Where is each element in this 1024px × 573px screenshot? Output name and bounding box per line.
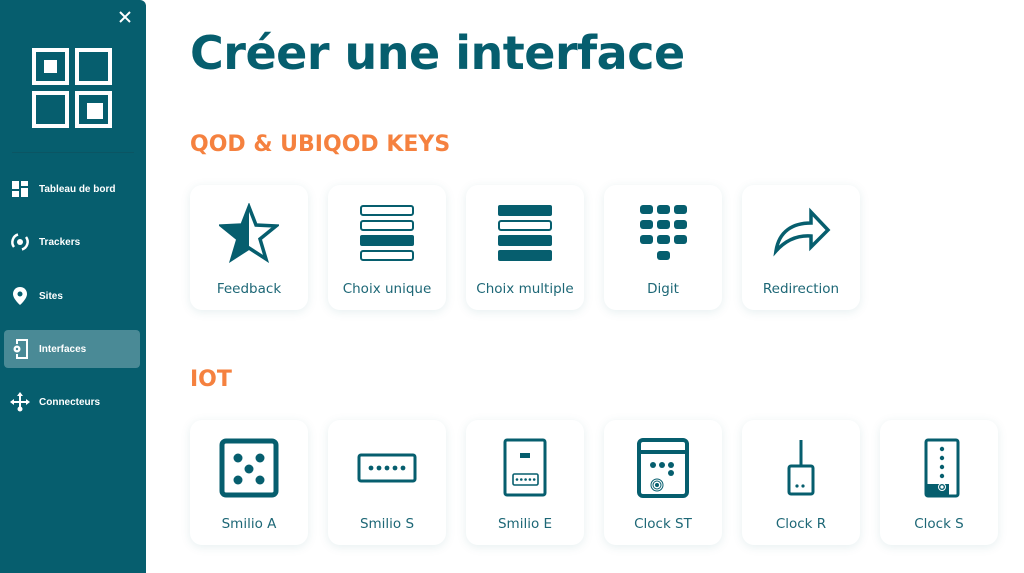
keypad-icon bbox=[640, 205, 687, 260]
sidebar-item-label: Sites bbox=[39, 290, 63, 302]
sidebar-divider bbox=[12, 152, 134, 153]
card-clock-st[interactable]: Clock ST bbox=[604, 420, 722, 545]
section-title-iot: IOT bbox=[190, 367, 232, 392]
card-label: Clock ST bbox=[634, 516, 692, 532]
half-star-icon bbox=[219, 203, 279, 263]
card-label: Feedback bbox=[216, 281, 282, 297]
sidebar-item-label: Interfaces bbox=[39, 343, 87, 355]
sidebar-item-label: Tableau de bord bbox=[39, 183, 116, 195]
card-label: Smilio A bbox=[221, 516, 277, 532]
connectors-icon bbox=[10, 392, 30, 412]
card-label: Smilio S bbox=[359, 516, 415, 532]
clock-s-icon bbox=[924, 438, 960, 498]
card-smilio-e[interactable]: Smilio E bbox=[466, 420, 584, 545]
trackers-icon bbox=[10, 232, 30, 252]
smilio-a-icon bbox=[219, 438, 279, 498]
multiple-choice-icon bbox=[498, 205, 552, 261]
card-label: Choix multiple bbox=[476, 281, 574, 297]
card-digit[interactable]: Digit bbox=[604, 185, 722, 310]
redirect-arrow-icon bbox=[773, 207, 831, 257]
sidebar-item-trackers[interactable]: Trackers bbox=[4, 223, 140, 261]
page-title: Créer une interface bbox=[190, 26, 685, 80]
card-choix-unique[interactable]: Choix unique bbox=[328, 185, 446, 310]
smilio-e-icon bbox=[503, 438, 547, 497]
qr-logo-icon bbox=[32, 48, 112, 128]
sidebar-item-tableau-de-bord[interactable]: Tableau de bord bbox=[4, 170, 140, 208]
smilio-s-icon bbox=[357, 453, 417, 483]
clock-r-icon bbox=[787, 440, 815, 496]
card-clock-s[interactable]: Clock S bbox=[880, 420, 998, 545]
location-pin-icon bbox=[10, 286, 30, 306]
interfaces-icon bbox=[10, 339, 30, 359]
card-clock-r[interactable]: Clock R bbox=[742, 420, 860, 545]
sidebar-item-label: Trackers bbox=[39, 236, 81, 248]
sidebar-item-connecteurs[interactable]: Connecteurs bbox=[4, 383, 140, 421]
sidebar: Tableau de bord Trackers Sites Interface… bbox=[0, 0, 146, 573]
sidebar-item-interfaces[interactable]: Interfaces bbox=[4, 330, 140, 368]
close-icon bbox=[119, 11, 131, 23]
card-redirection[interactable]: Redirection bbox=[742, 185, 860, 310]
card-label: Choix unique bbox=[342, 281, 432, 297]
section-title-qod: QOD & UBIQOD KEYS bbox=[190, 132, 451, 157]
card-label: Smilio E bbox=[497, 516, 553, 532]
clock-st-icon bbox=[637, 438, 689, 498]
single-choice-icon bbox=[360, 205, 414, 261]
sidebar-item-sites[interactable]: Sites bbox=[4, 277, 140, 315]
close-sidebar-button[interactable] bbox=[116, 8, 134, 26]
card-smilio-s[interactable]: Smilio S bbox=[328, 420, 446, 545]
card-label: Clock S bbox=[914, 516, 964, 532]
card-label: Clock R bbox=[775, 516, 827, 532]
card-smilio-a[interactable]: Smilio A bbox=[190, 420, 308, 545]
sidebar-item-label: Connecteurs bbox=[39, 396, 101, 408]
card-choix-multiple[interactable]: Choix multiple bbox=[466, 185, 584, 310]
card-label: Redirection bbox=[762, 281, 840, 297]
card-label: Digit bbox=[647, 281, 679, 297]
card-feedback[interactable]: Feedback bbox=[190, 185, 308, 310]
dashboard-icon bbox=[10, 179, 30, 199]
